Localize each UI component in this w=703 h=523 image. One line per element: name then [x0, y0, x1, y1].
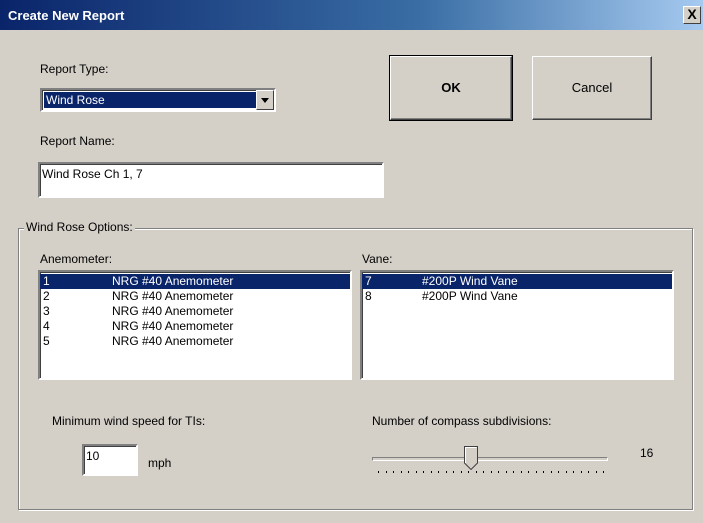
slider-tick [505, 471, 507, 473]
title-bar: Create New Report X [0, 0, 703, 30]
slider-tick [580, 471, 582, 473]
slider-tick [475, 471, 477, 473]
subdivisions-slider-track[interactable] [372, 457, 608, 461]
chevron-down-icon [261, 98, 269, 103]
slider-tick [378, 471, 379, 473]
slider-tick [483, 471, 484, 473]
slider-tick [528, 471, 529, 473]
report-type-label: Report Type: [40, 62, 109, 76]
list-item-name: #200P Wind Vane [422, 289, 518, 303]
subdivisions-value: 16 [640, 446, 654, 460]
report-type-selected: Wind Rose [44, 92, 256, 108]
wind-rose-options-legend: Wind Rose Options: [24, 220, 135, 234]
list-item-name: NRG #40 Anemometer [112, 319, 234, 333]
list-item-name: NRG #40 Anemometer [112, 274, 234, 288]
list-item[interactable]: 5 NRG #40 Anemometer [40, 334, 350, 349]
list-item[interactable]: 2 NRG #40 Anemometer [40, 289, 350, 304]
slider-tick [558, 471, 559, 473]
slider-tick [408, 471, 409, 473]
report-name-field[interactable] [38, 162, 384, 198]
slider-tick [453, 471, 454, 473]
list-item[interactable]: 7 #200P Wind Vane [362, 274, 672, 289]
slider-tick [423, 471, 424, 473]
report-name-input[interactable] [40, 167, 369, 181]
slider-tick [498, 471, 499, 473]
slider-tick [490, 471, 492, 473]
vane-label: Vane: [362, 252, 393, 266]
list-item-name: #200P Wind Vane [422, 274, 518, 288]
slider-tick [438, 471, 439, 473]
list-item[interactable]: 8 #200P Wind Vane [362, 289, 672, 304]
list-item-name: NRG #40 Anemometer [112, 304, 234, 318]
dropdown-button[interactable] [256, 90, 274, 110]
slider-tick [573, 471, 574, 473]
list-item-id: 1 [43, 274, 50, 288]
slider-tick [550, 471, 552, 473]
min-speed-input[interactable] [84, 449, 138, 463]
slider-tick [520, 471, 522, 473]
slider-tick [445, 471, 447, 473]
slider-tick [385, 471, 387, 473]
report-name-label: Report Name: [40, 134, 115, 148]
list-item-id: 5 [43, 334, 50, 348]
min-speed-label: Minimum wind speed for TIs: [52, 414, 206, 428]
slider-tick [565, 471, 567, 473]
slider-ticks [378, 471, 608, 477]
list-item[interactable]: 3 NRG #40 Anemometer [40, 304, 350, 319]
list-item-id: 8 [365, 289, 372, 303]
list-item-id: 7 [365, 274, 372, 288]
min-speed-unit: mph [148, 456, 172, 470]
min-speed-field[interactable] [82, 444, 138, 476]
slider-tick [535, 471, 537, 473]
vane-listbox[interactable]: 7 #200P Wind Vane 8 #200P Wind Vane [360, 270, 674, 380]
anemometer-label: Anemometer: [40, 252, 113, 266]
slider-tick [415, 471, 417, 473]
slider-tick [513, 471, 514, 473]
list-item-id: 2 [43, 289, 50, 303]
slider-tick [595, 471, 597, 473]
anemometer-listbox[interactable]: 1 NRG #40 Anemometer 2 NRG #40 Anemometer 3 N… [38, 270, 352, 380]
subdivisions-slider-thumb[interactable] [464, 446, 479, 470]
slider-tick [430, 471, 432, 473]
slider-tick [603, 471, 604, 473]
window-title: Create New Report [8, 8, 125, 23]
list-item-id: 4 [43, 319, 50, 333]
cancel-button[interactable]: Cancel [532, 56, 652, 120]
slider-tick [468, 471, 469, 473]
close-button[interactable]: X [683, 6, 701, 24]
list-item[interactable]: 4 NRG #40 Anemometer [40, 319, 350, 334]
close-icon: X [687, 6, 697, 22]
slider-tick [400, 471, 402, 473]
list-item-name: NRG #40 Anemometer [112, 289, 234, 303]
slider-tick [588, 471, 589, 473]
subdivisions-label: Number of compass subdivisions: [372, 414, 552, 428]
report-type-dropdown[interactable]: Wind Rose [40, 88, 276, 112]
slider-tick [543, 471, 544, 473]
ok-button[interactable]: OK [389, 55, 513, 121]
slider-tick [460, 471, 462, 473]
list-item-name: NRG #40 Anemometer [112, 334, 234, 348]
slider-tick [393, 471, 394, 473]
list-item[interactable]: 1 NRG #40 Anemometer [40, 274, 350, 289]
list-item-id: 3 [43, 304, 50, 318]
